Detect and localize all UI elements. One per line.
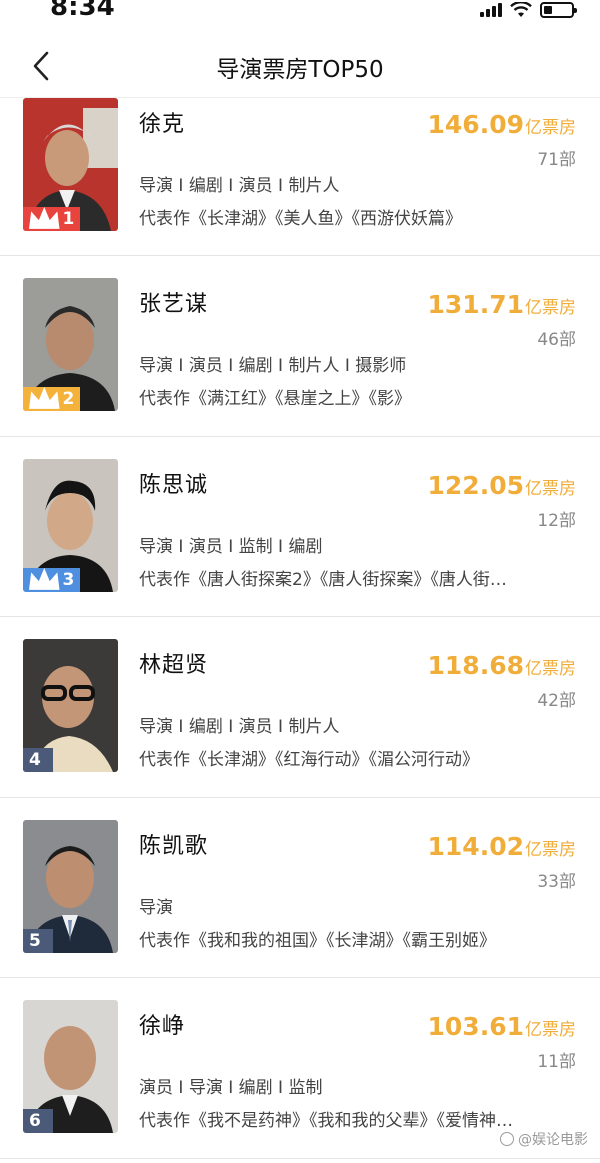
page-title: 导演票房TOP50: [216, 57, 384, 83]
representative-works: 代表作《长津湖》《美人鱼》《西游伏妖篇》: [139, 209, 462, 229]
director-name: 徐克: [139, 112, 186, 137]
crown-icon: [29, 387, 60, 409]
signal-icon: [480, 3, 502, 17]
watermark-text: @娱论电影: [518, 1132, 588, 1148]
director-name: 徐峥: [139, 1014, 186, 1039]
roles: 演员 I 导演 I 编剧 I 监制: [139, 1078, 323, 1098]
list-item[interactable]: 1 徐克 146.09 亿票房 71部 导演 I 编剧 I 演员 I 制片人 代…: [0, 98, 600, 256]
representative-works: 代表作《长津湖》《红海行动》《湄公河行动》: [139, 750, 479, 770]
box-office: 131.71 亿票房: [428, 290, 576, 319]
rank-badge: 4: [23, 748, 53, 772]
film-count: 46部: [537, 330, 576, 350]
box-office: 114.02 亿票房: [428, 832, 576, 861]
roles: 导演 I 演员 I 编剧 I 制片人 I 摄影师: [139, 356, 407, 376]
list-item[interactable]: 4 林超贤 118.68 亿票房 42部 导演 I 编剧 I 演员 I 制片人 …: [0, 617, 600, 798]
rank-badge: 3: [23, 567, 81, 592]
avatar: 2: [23, 278, 118, 411]
rank-number: 5: [29, 930, 41, 951]
wifi-icon: [510, 2, 532, 17]
avatar: 4: [23, 639, 118, 772]
film-count: 71部: [537, 150, 576, 170]
box-office: 122.05 亿票房: [428, 471, 576, 500]
director-ranking-list: 1 徐克 146.09 亿票房 71部 导演 I 编剧 I 演员 I 制片人 代…: [0, 98, 600, 1159]
box-office: 118.68 亿票房: [428, 651, 576, 680]
box-office-unit: 亿票房: [525, 478, 576, 499]
box-office-value: 146.09: [427, 110, 524, 139]
film-count: 11部: [537, 1052, 576, 1072]
box-office-value: 103.61: [427, 1012, 524, 1041]
representative-works: 代表作《我和我的祖国》《长津湖》《霸王别姬》: [139, 930, 496, 951]
avatar: 6: [23, 1000, 118, 1133]
box-office-unit: 亿票房: [525, 118, 576, 138]
avatar: 1: [23, 98, 118, 231]
avatar: 3: [23, 458, 118, 592]
watermark: @娱论电影: [500, 1129, 588, 1149]
rank-badge: 5: [23, 928, 53, 953]
representative-works: 代表作《唐人街探案2》《唐人街探案》《唐人街…: [139, 569, 507, 590]
list-item[interactable]: 3 陈思诚 122.05 亿票房 12部 导演 I 演员 I 监制 I 编剧 代…: [0, 437, 600, 617]
film-count: 42部: [537, 691, 576, 711]
box-office: 146.09 亿票房: [428, 110, 576, 139]
rank-badge: 6: [23, 1109, 53, 1133]
box-office-value: 122.05: [427, 470, 524, 500]
director-name: 陈思诚: [139, 472, 209, 498]
rank-number: 3: [62, 569, 75, 590]
avatar: 5: [23, 819, 118, 953]
rank-badge: 2: [23, 387, 81, 411]
box-office-value: 118.68: [427, 651, 524, 680]
representative-works: 代表作《我不是药神》《我和我的父辈》《爱情神…: [139, 1111, 513, 1131]
director-name: 林超贤: [139, 653, 209, 678]
film-count: 33部: [537, 871, 576, 892]
director-name: 陈凯歌: [139, 833, 209, 859]
box-office-value: 131.71: [427, 290, 524, 319]
rank-number: 4: [29, 750, 41, 770]
box-office-value: 114.02: [427, 831, 524, 861]
box-office-unit: 亿票房: [525, 659, 576, 679]
box-office: 103.61 亿票房: [428, 1012, 576, 1041]
nav-bar: 导演票房TOP50: [0, 34, 600, 98]
status-bar: 8:34: [0, 0, 600, 34]
box-office-unit: 亿票房: [525, 298, 576, 318]
box-office-unit: 亿票房: [525, 1020, 576, 1040]
roles: 导演 I 演员 I 监制 I 编剧: [139, 536, 323, 557]
rank-number: 6: [29, 1111, 41, 1131]
roles: 导演: [139, 897, 173, 918]
status-time: 8:34: [50, 0, 115, 22]
rank-number: 1: [62, 209, 75, 229]
film-count: 12部: [537, 510, 576, 531]
representative-works: 代表作《满江红》《悬崖之上》《影》: [139, 389, 411, 409]
box-office-unit: 亿票房: [525, 839, 576, 860]
watermark-logo-icon: [500, 1132, 514, 1146]
crown-icon: [29, 567, 60, 590]
battery-icon: [540, 2, 577, 18]
list-item[interactable]: 5 陈凯歌 114.02 亿票房 33部 导演 代表作《我和我的祖国》《长津湖》…: [0, 798, 600, 978]
status-icons: [480, 0, 577, 20]
roles: 导演 I 编剧 I 演员 I 制片人: [139, 176, 340, 196]
director-name: 张艺谋: [139, 292, 209, 317]
list-item[interactable]: 2 张艺谋 131.71 亿票房 46部 导演 I 演员 I 编剧 I 制片人 …: [0, 256, 600, 437]
crown-icon: [29, 207, 60, 229]
rank-number: 2: [62, 389, 75, 409]
rank-badge: 1: [23, 207, 81, 231]
roles: 导演 I 编剧 I 演员 I 制片人: [139, 717, 340, 737]
